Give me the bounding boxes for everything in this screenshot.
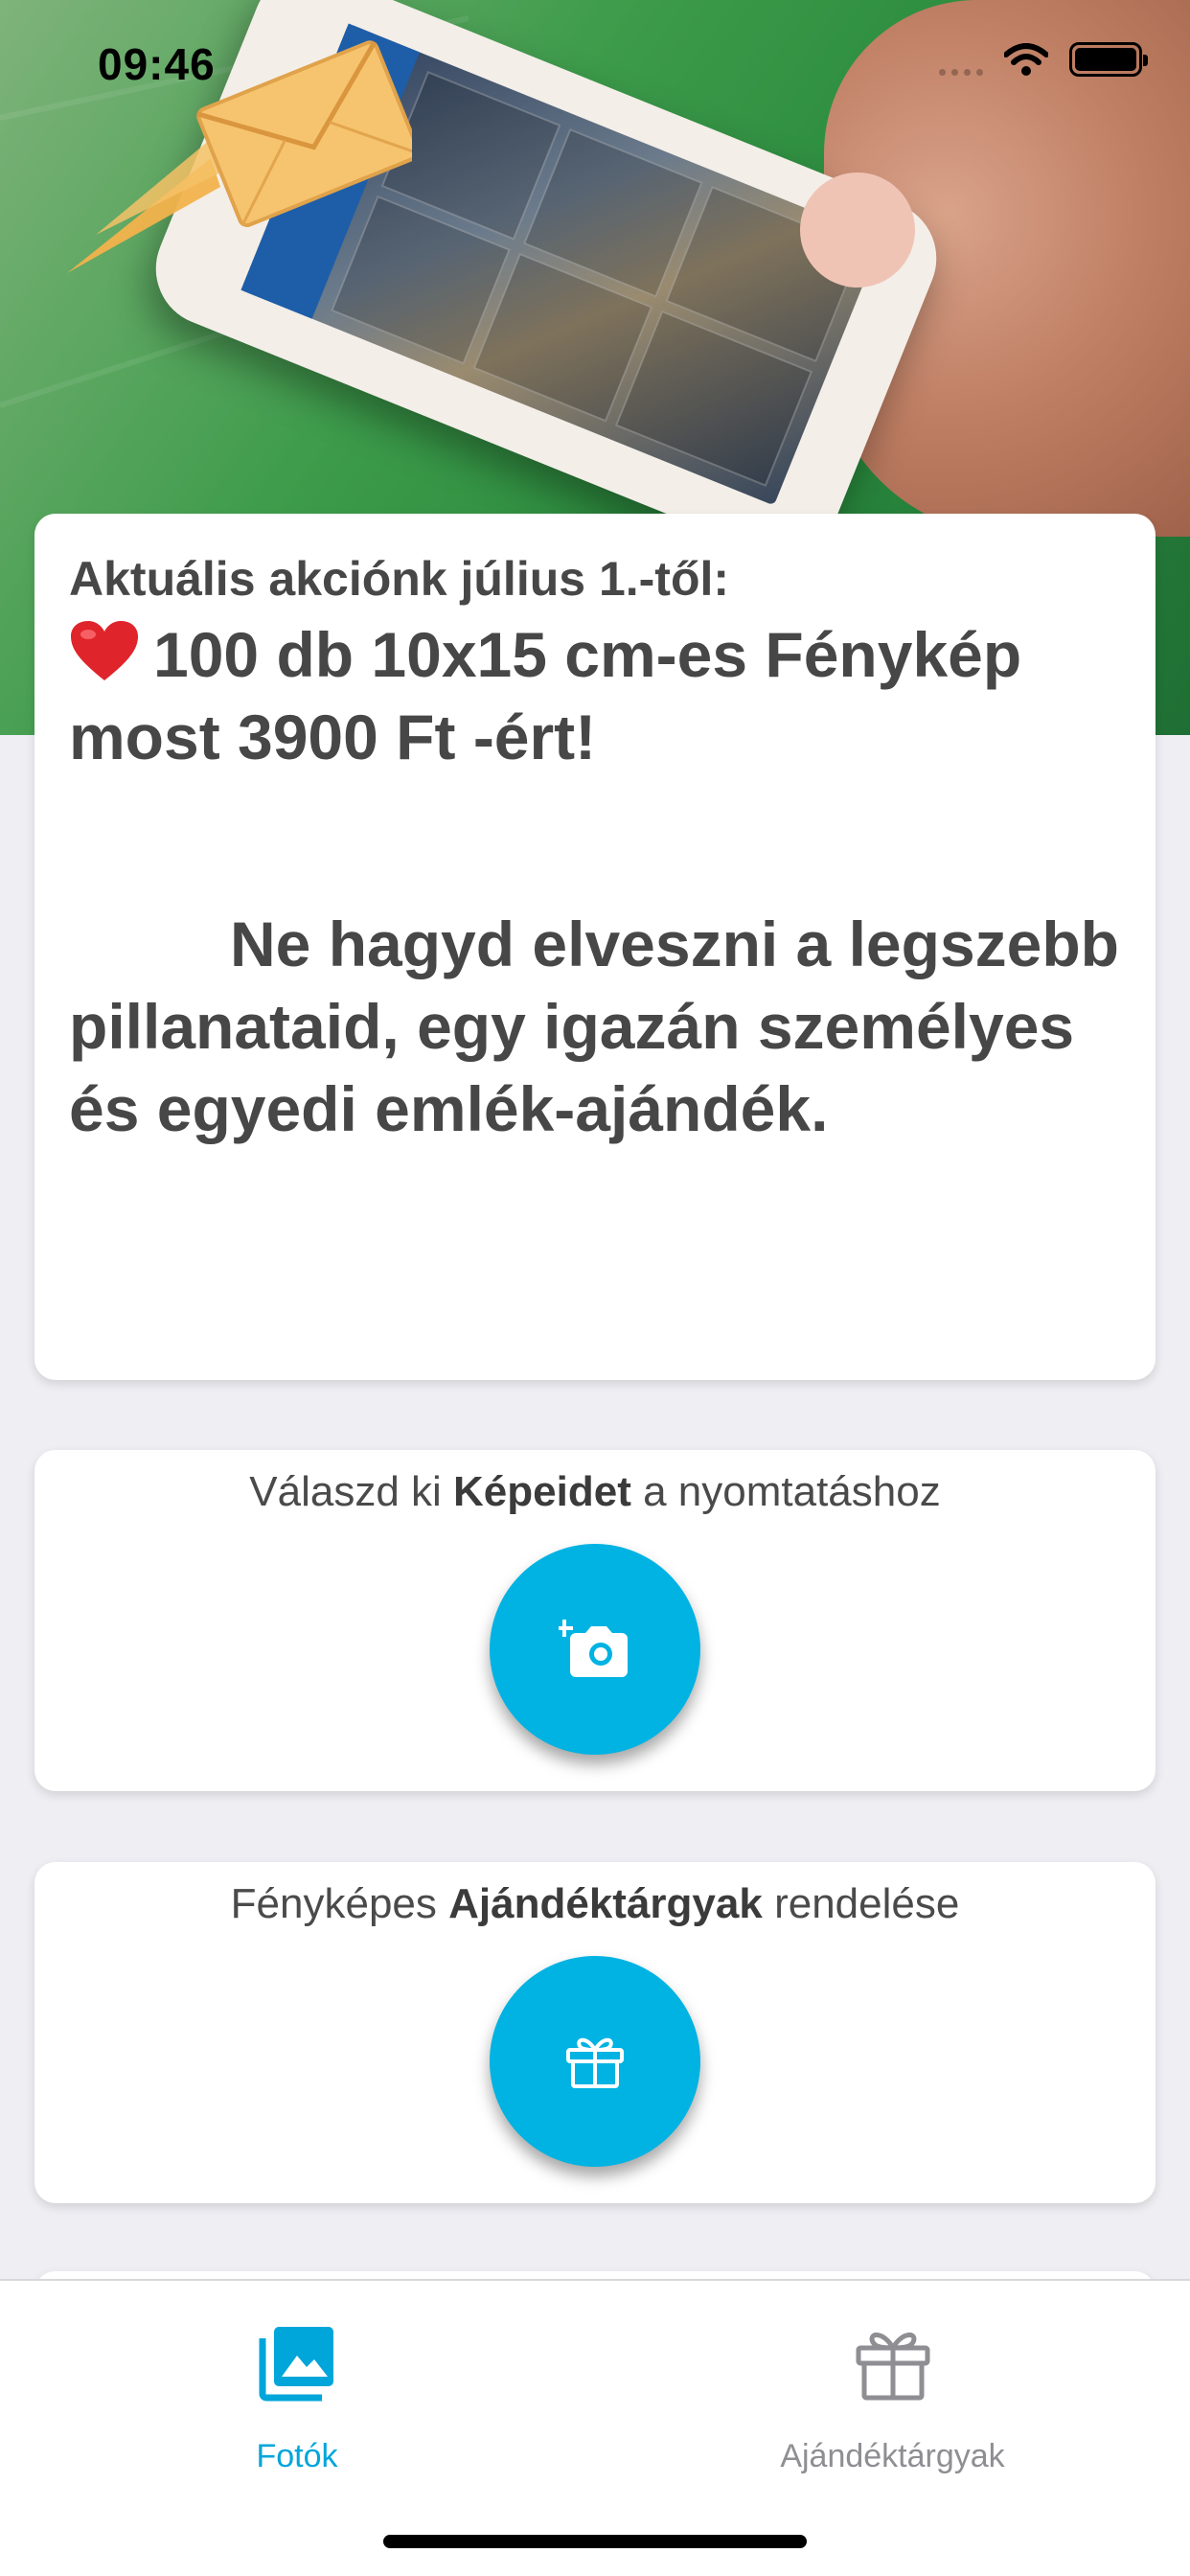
select-photos-card: Válaszd ki Képeidet a nyomtatáshoz [34, 1450, 1156, 1791]
label-bold-text: Képeidet [453, 1468, 631, 1515]
add-photos-button[interactable] [490, 1544, 700, 1755]
gift-icon [566, 2037, 624, 2088]
label-text: a nyomtatáshoz [630, 1468, 941, 1515]
label-text: rendelése [762, 1880, 960, 1927]
tab-photos[interactable]: Fotók [0, 2281, 595, 2511]
promo-body: Ne hagyd elveszni a legszebb pillanataid… [69, 908, 1119, 1144]
promo-offer-text: 100 db 10x15 cm-es Fénykép most 3900 Ft … [69, 619, 1022, 772]
add-photo-icon [559, 1620, 628, 1677]
tab-gifts-label: Ajándéktárgyak [780, 2438, 1005, 2474]
signal-icon [939, 43, 983, 76]
label-text: Fényképes [230, 1880, 449, 1927]
promo-title: Aktuális akciónk július 1.-től: [69, 552, 730, 606]
tab-gifts[interactable]: Ajándéktárgyak [595, 2281, 1190, 2511]
battery-icon [1069, 42, 1148, 77]
promo-offer: 100 db 10x15 cm-es Fénykép most 3900 Ft … [69, 613, 1121, 778]
label-text: Válaszd ki [249, 1468, 454, 1515]
status-icons [939, 42, 1148, 77]
label-bold-text: Ajándéktárgyak [448, 1880, 763, 1927]
gift-items-button[interactable] [490, 1956, 700, 2167]
heart-icon [71, 621, 138, 680]
status-time: 09:46 [98, 39, 216, 89]
gift-items-card: Fényképes Ajándéktárgyak rendelése [34, 1862, 1156, 2203]
wifi-icon [1004, 43, 1048, 76]
thumb-image [800, 172, 915, 288]
photo-library-icon [259, 2327, 333, 2402]
select-photos-label: Válaszd ki Képeidet a nyomtatáshoz [34, 1465, 1156, 1519]
gift-items-label: Fényképes Ajándéktárgyak rendelése [34, 1877, 1156, 1931]
promo-card: Aktuális akciónk július 1.-től: 100 db 1… [34, 514, 1156, 1380]
home-indicator [383, 2535, 807, 2548]
gift-icon [856, 2333, 930, 2401]
tab-bar: Fotók Ajándéktárgyak [0, 2279, 1190, 2576]
